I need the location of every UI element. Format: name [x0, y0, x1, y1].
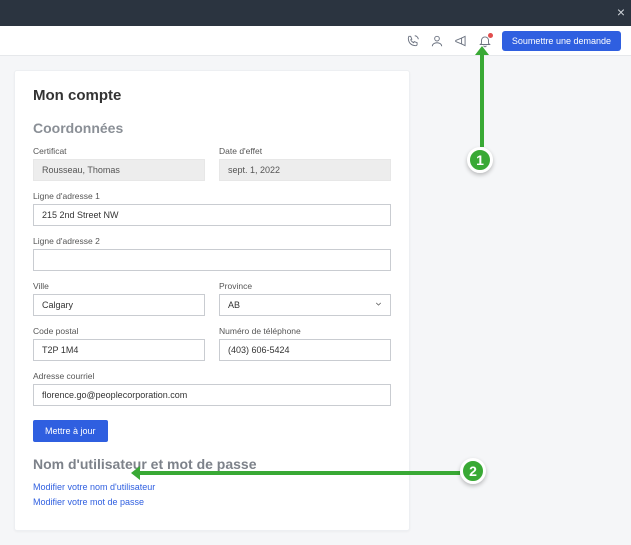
update-button[interactable]: Mettre à jour	[33, 420, 108, 442]
email-input[interactable]	[33, 384, 391, 406]
address1-label: Ligne d'adresse 1	[33, 191, 391, 201]
change-username-link[interactable]: Modifier votre nom d'utilisateur	[33, 482, 391, 492]
submit-request-button[interactable]: Soumettre une demande	[502, 31, 621, 51]
account-card: Mon compte Coordonnées Certificat Rousse…	[14, 70, 410, 531]
phone-label: Numéro de téléphone	[219, 326, 391, 336]
certificate-value: Rousseau, Thomas	[33, 159, 205, 181]
top-bar: ×	[0, 0, 631, 26]
email-label: Adresse courriel	[33, 371, 391, 381]
header-bar: Soumettre une demande	[0, 26, 631, 56]
effective-date-label: Date d'effet	[219, 146, 391, 156]
postal-input[interactable]	[33, 339, 205, 361]
address2-label: Ligne d'adresse 2	[33, 236, 391, 246]
city-label: Ville	[33, 281, 205, 291]
callout-arrow-1	[480, 55, 484, 147]
callout-arrow-2	[140, 471, 460, 475]
address1-input[interactable]	[33, 204, 391, 226]
user-icon[interactable]	[430, 34, 444, 48]
change-password-link[interactable]: Modifier votre mot de passe	[33, 497, 391, 507]
callout-1: 1	[467, 147, 493, 173]
close-icon[interactable]: ×	[617, 4, 625, 20]
megaphone-icon[interactable]	[454, 34, 468, 48]
certificate-label: Certificat	[33, 146, 205, 156]
page-title: Mon compte	[33, 87, 391, 104]
effective-date-value: sept. 1, 2022	[219, 159, 391, 181]
phone-input[interactable]	[219, 339, 391, 361]
province-label: Province	[219, 281, 391, 291]
address2-input[interactable]	[33, 249, 391, 271]
notification-dot	[488, 33, 493, 38]
support-call-icon[interactable]	[406, 34, 420, 48]
section-contact-title: Coordonnées	[33, 120, 391, 136]
section-credentials-title: Nom d'utilisateur et mot de passe	[33, 456, 391, 472]
city-input[interactable]	[33, 294, 205, 316]
postal-label: Code postal	[33, 326, 205, 336]
province-select[interactable]	[219, 294, 391, 316]
callout-2: 2	[460, 458, 486, 484]
